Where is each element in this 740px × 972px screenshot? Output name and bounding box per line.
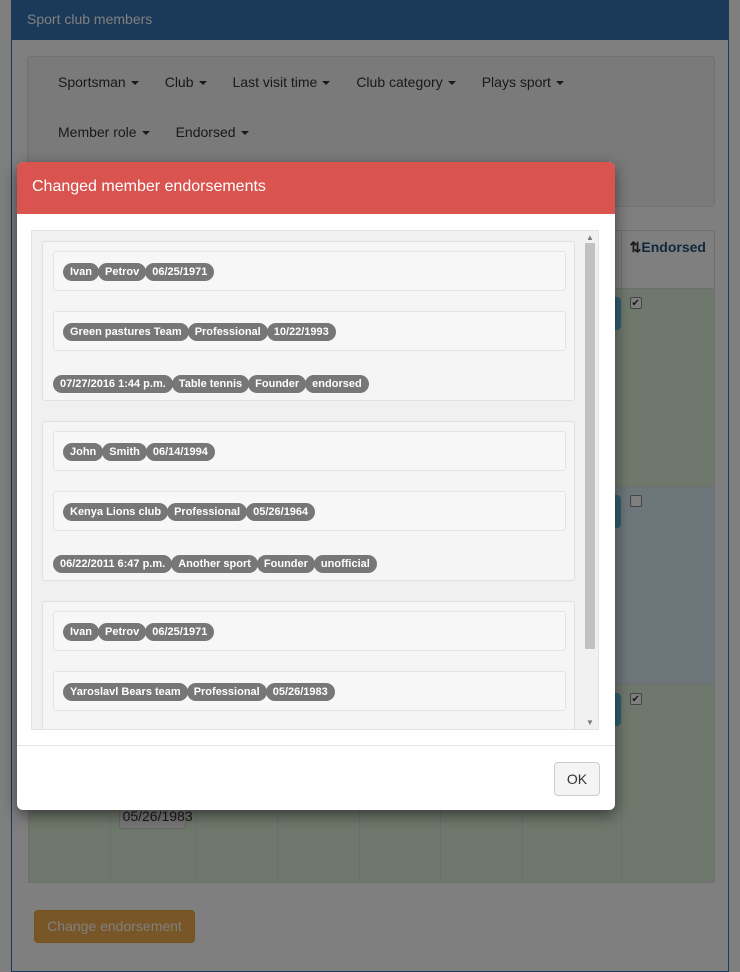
badge: Professional	[167, 503, 248, 521]
badge: Petrov	[98, 623, 147, 641]
badge: 06/25/1971	[145, 263, 215, 281]
badge: Table tennis	[171, 375, 250, 393]
badge: 10/22/1993	[266, 323, 336, 341]
entry-group: Ivan Petrov 06/25/1971 Green pastures Team…	[42, 241, 575, 401]
scrollbar[interactable]: ▲ ▼	[582, 231, 598, 729]
badge: Kenya Lions club	[63, 503, 169, 521]
person-well: Ivan Petrov 06/25/1971	[53, 251, 566, 291]
badge: Another sport	[171, 555, 258, 573]
details-row: 06/22/2011 6:47 p.m. Another sport Founder…	[53, 554, 377, 573]
scroll-down-icon[interactable]: ▼	[586, 718, 594, 727]
badge: 05/26/1983	[265, 683, 335, 701]
badge: Professional	[186, 683, 267, 701]
modal-footer: OK	[17, 745, 615, 810]
scrollbar-thumb[interactable]	[585, 243, 595, 649]
badge: Smith	[102, 443, 147, 461]
badge: Yaroslavl Bears team	[63, 683, 188, 701]
badge: 05/26/1964	[246, 503, 316, 521]
entry-group: John Smith 06/14/1994 Kenya Lions club Prof…	[42, 421, 575, 581]
changed-endorsements-modal: Changed member endorsements Ivan Petrov 06…	[17, 162, 615, 810]
badge: Founder	[256, 555, 315, 573]
person-well: Ivan Petrov 06/25/1971	[53, 611, 566, 651]
badge: 06/14/1994	[145, 443, 215, 461]
scroll-up-icon[interactable]: ▲	[586, 233, 594, 242]
badge: Professional	[187, 323, 268, 341]
badge: Green pastures Team	[63, 323, 189, 341]
ok-button[interactable]: OK	[554, 762, 600, 796]
badge: 06/25/1971	[145, 623, 215, 641]
badge: Ivan	[63, 623, 100, 641]
entry-group: Ivan Petrov 06/25/1971 Yaroslavl Bears tea…	[42, 601, 575, 729]
details-row: 07/27/2016 1:44 p.m. Table tennis Founder e…	[53, 374, 369, 393]
badge: Petrov	[98, 263, 147, 281]
badge: 06/22/2011 6:47 p.m.	[53, 555, 173, 573]
entries-scroll-area[interactable]: Ivan Petrov 06/25/1971 Green pastures Team…	[31, 230, 599, 730]
badge: John	[63, 443, 104, 461]
person-well: John Smith 06/14/1994	[53, 431, 566, 471]
badge: unofficial	[313, 555, 377, 573]
badge: 07/27/2016 1:44 p.m.	[53, 375, 173, 393]
badge: Ivan	[63, 263, 100, 281]
modal-title: Changed member endorsements	[17, 162, 615, 214]
club-well: Yaroslavl Bears team Professional 05/26/19…	[53, 671, 566, 711]
club-well: Kenya Lions club Professional 05/26/1964	[53, 491, 566, 531]
club-well: Green pastures Team Professional 10/22/199…	[53, 311, 566, 351]
badge: Founder	[248, 375, 307, 393]
badge: endorsed	[305, 375, 369, 393]
